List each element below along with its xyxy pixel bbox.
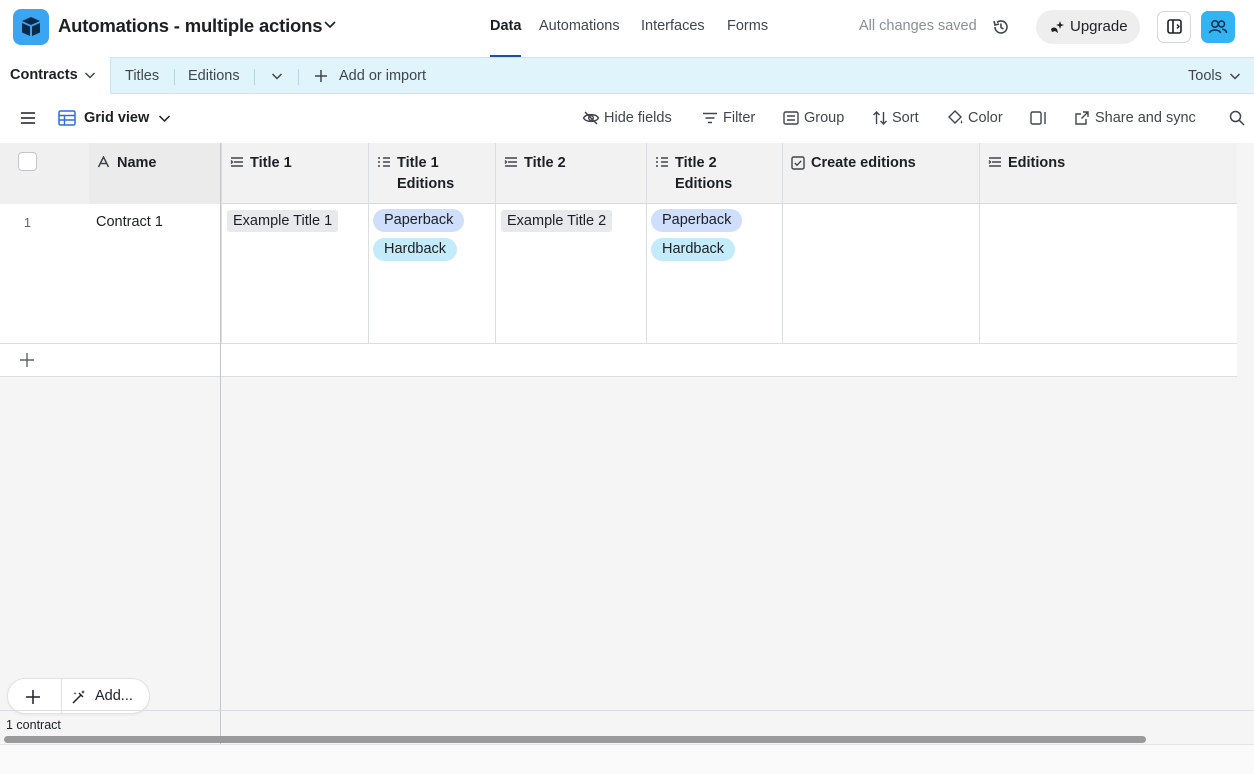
cell-title-2[interactable]: Example Title 2	[495, 204, 646, 344]
tab-divider	[254, 69, 255, 85]
column-label: Editions	[1008, 155, 1066, 171]
column-label: Title 1	[250, 155, 292, 171]
column-label: Create editions	[811, 155, 916, 171]
linked-record-chip[interactable]: Example Title 2	[501, 210, 613, 232]
cell-title-2-editions[interactable]: Paperback Hardback	[646, 204, 782, 344]
cell-editions[interactable]	[979, 204, 1237, 344]
sort-button[interactable]: Sort	[892, 110, 919, 126]
paint-bucket-icon	[946, 109, 964, 127]
cell-title-1-editions[interactable]: Paperback Hardback	[368, 204, 495, 344]
horizontal-scrollbar[interactable]	[4, 736, 1146, 743]
chevron-down-icon[interactable]	[271, 72, 283, 81]
bottom-strip	[0, 744, 1254, 774]
select-all-checkbox[interactable]	[18, 152, 37, 171]
nav-forms[interactable]: Forms	[727, 18, 768, 34]
add-row-button[interactable]	[0, 344, 1237, 377]
group-icon	[783, 111, 799, 125]
filter-icon	[702, 112, 718, 124]
row-height-icon[interactable]	[1030, 111, 1048, 125]
column-label: Title 2	[524, 155, 566, 171]
plus-icon[interactable]	[314, 69, 328, 83]
edition-pill: Paperback	[373, 209, 465, 232]
column-label: Title 1 Editions	[397, 155, 455, 192]
lookup-field-icon	[655, 156, 669, 168]
group-button[interactable]: Group	[804, 110, 844, 126]
linked-record-icon	[230, 156, 244, 168]
upgrade-button[interactable]: Upgrade	[1036, 10, 1140, 44]
column-header-title-2[interactable]: Title 2	[495, 143, 646, 204]
frozen-column-divider	[220, 143, 221, 745]
sort-icon	[872, 110, 888, 126]
panel-toggle-button[interactable]	[1157, 11, 1191, 43]
record-count: 1 contract	[6, 718, 61, 732]
view-name[interactable]: Grid view	[84, 110, 149, 126]
edition-pill: Hardback	[373, 238, 458, 261]
history-icon[interactable]	[991, 17, 1011, 37]
tab-contracts[interactable]: Contracts	[0, 57, 111, 95]
edition-pill: Paperback	[651, 209, 743, 232]
linked-record-icon	[504, 156, 518, 168]
column-header-create-editions[interactable]: Create editions	[782, 143, 979, 204]
base-logo-icon[interactable]	[13, 9, 49, 45]
tab-titles[interactable]: Titles	[125, 68, 159, 84]
checkbox-field-icon	[791, 156, 805, 170]
tools-menu[interactable]: Tools	[1188, 68, 1222, 84]
nav-data[interactable]: Data	[490, 18, 521, 34]
add-or-import-button[interactable]: Add or import	[339, 68, 426, 84]
hamburger-menu-icon[interactable]	[20, 111, 36, 125]
cell-name[interactable]: Contract 1	[96, 214, 163, 230]
share-and-sync-button[interactable]: Share and sync	[1095, 110, 1196, 126]
chevron-down-icon[interactable]	[158, 114, 171, 123]
add-record-pill[interactable]: Add...	[7, 678, 150, 714]
cell-title-1[interactable]: Example Title 1	[221, 204, 368, 344]
edition-pill: Hardback	[651, 238, 736, 261]
nav-interfaces[interactable]: Interfaces	[641, 18, 705, 34]
top-bar: Automations - multiple actions Data Auto…	[0, 0, 1254, 57]
external-link-icon	[1074, 110, 1090, 126]
hide-fields-button[interactable]: Hide fields	[604, 110, 672, 126]
chevron-down-icon[interactable]	[1229, 72, 1241, 81]
add-label: Add...	[95, 688, 133, 704]
view-toolbar: Grid view Hide fields Filter Group Sort	[0, 94, 1254, 143]
plus-icon	[19, 352, 35, 368]
chevron-down-icon[interactable]	[323, 20, 337, 30]
row-number: 1	[24, 216, 31, 230]
nav-automations[interactable]: Automations	[539, 18, 620, 34]
tab-divider	[298, 69, 299, 85]
linked-record-chip[interactable]: Example Title 1	[227, 210, 339, 232]
lookup-field-icon	[377, 156, 391, 168]
sparkle-icon	[1048, 19, 1066, 35]
column-header-title-2-editions[interactable]: Title 2 Editions	[646, 143, 782, 204]
column-label: Name	[117, 155, 157, 171]
column-header-title-1[interactable]: Title 1	[221, 143, 368, 204]
base-title[interactable]: Automations - multiple actions	[58, 15, 323, 37]
column-label: Title 2 Editions	[675, 155, 733, 192]
upgrade-label: Upgrade	[1070, 18, 1128, 35]
share-users-button[interactable]	[1201, 11, 1235, 43]
tab-editions[interactable]: Editions	[188, 68, 240, 84]
tab-divider	[174, 69, 175, 85]
save-status: All changes saved	[859, 18, 977, 34]
filter-button[interactable]: Filter	[723, 110, 755, 126]
search-icon[interactable]	[1229, 110, 1245, 126]
chevron-down-icon[interactable]	[84, 71, 96, 80]
color-button[interactable]: Color	[968, 110, 1003, 126]
footer-divider	[0, 710, 1254, 711]
column-header-name[interactable]: Name	[89, 143, 221, 204]
table-row[interactable]: 1 Contract 1 Example Title 1 Paperback H…	[0, 204, 1237, 344]
magic-wand-icon	[71, 689, 87, 705]
tab-contracts-label: Contracts	[10, 67, 78, 83]
eye-slash-icon	[582, 110, 600, 126]
plus-icon[interactable]	[25, 689, 41, 705]
cell-create-editions[interactable]	[782, 204, 979, 344]
grid-view-icon	[58, 110, 76, 126]
linked-record-icon	[988, 156, 1002, 168]
pill-divider	[61, 679, 62, 713]
text-field-icon	[97, 156, 110, 168]
column-header-editions[interactable]: Editions	[979, 143, 1237, 204]
table-tabs-bar: Contracts Titles Editions Add or import …	[0, 57, 1254, 95]
grid-header-row: Name Title 1 Title 1 Editions Title 2 Ti	[0, 143, 1237, 204]
grid: Name Title 1 Title 1 Editions Title 2 Ti	[0, 143, 1254, 774]
column-header-title-1-editions[interactable]: Title 1 Editions	[368, 143, 495, 204]
